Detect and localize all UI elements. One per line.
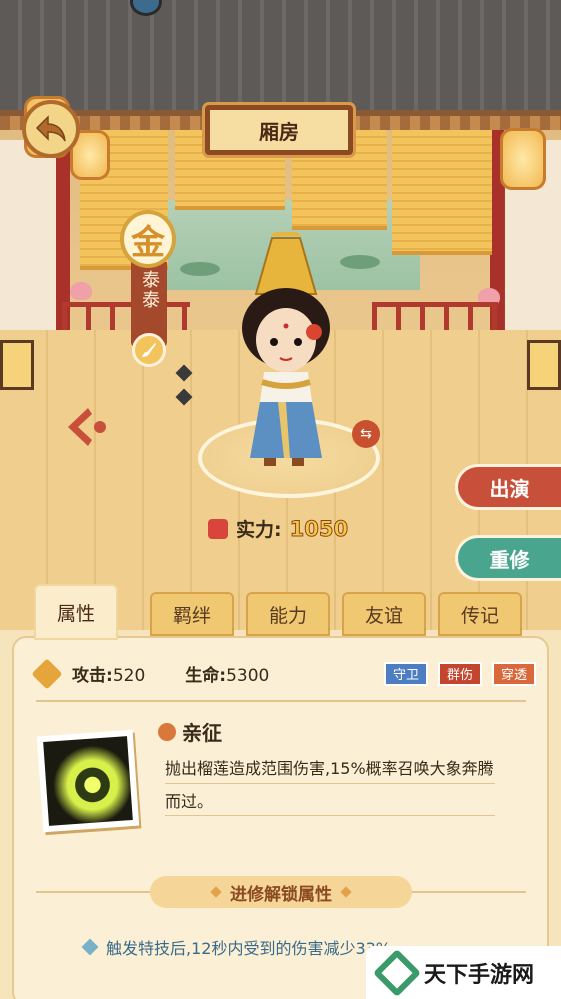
chevron-left-icon — [68, 408, 106, 446]
swap-icon: ⇆ — [360, 426, 372, 442]
tab-bar: 属性 羁绊 能力 友谊 传记 — [30, 584, 530, 644]
brush-icon — [142, 343, 156, 357]
tag-pierce: 穿透 — [491, 661, 536, 686]
lamp-icon — [0, 340, 34, 390]
stats-row: 攻击:520 生命:5300 守卫 群伤 穿透 — [31, 657, 536, 690]
attack-stat: 攻击:520 — [72, 661, 145, 686]
rename-button[interactable] — [132, 333, 166, 367]
page-title: 厢房 — [259, 119, 299, 144]
watermark-logo-icon — [372, 948, 422, 997]
tab-label: 友谊 — [364, 604, 403, 627]
power-display: 实力: 1050 — [208, 515, 349, 542]
tab-biography[interactable]: 传记 — [438, 592, 522, 636]
bamboo-blind — [392, 130, 492, 255]
tab-abilities[interactable]: 能力 — [246, 592, 330, 636]
tab-label: 传记 — [460, 604, 499, 627]
rank-badge: 金 — [120, 210, 176, 268]
swap-outfit-button[interactable]: ⇆ — [352, 420, 380, 448]
sword-icon — [31, 657, 63, 690]
lotus-pad — [180, 262, 220, 276]
attack-value: 520 — [112, 666, 146, 686]
divider — [36, 700, 526, 702]
hp-label: 生命: — [185, 666, 227, 686]
durian-skill-icon — [43, 736, 133, 826]
perform-button[interactable]: 出演 — [455, 464, 561, 510]
tab-friendship[interactable]: 友谊 — [342, 592, 426, 636]
tag-guard: 守卫 — [383, 661, 428, 686]
hp-value: 5300 — [226, 666, 270, 686]
lamp-icon — [527, 340, 561, 390]
tag-aoe: 群伤 — [437, 661, 482, 686]
diamond-icon — [340, 886, 352, 898]
skill-title: 亲征 — [158, 717, 222, 746]
skill-card[interactable] — [36, 729, 140, 833]
roof-tiles — [0, 0, 561, 130]
skill-name: 亲征 — [182, 721, 222, 745]
previous-character-button[interactable] — [62, 404, 112, 450]
power-value: 1050 — [289, 516, 349, 541]
unlock-attribute: 触发特技后,12秒内受到的伤害减少33% — [81, 935, 392, 959]
attack-label: 攻击: — [72, 666, 113, 686]
back-arrow-icon — [35, 115, 66, 142]
power-label: 实力: — [236, 519, 282, 541]
hp-stat: 生命:5300 — [185, 661, 269, 686]
tab-attributes[interactable]: 属性 — [34, 584, 118, 640]
unlock-title: 进修解锁属性 — [230, 884, 332, 905]
watermark: 天下手游网 — [366, 946, 561, 999]
tab-label: 属性 — [56, 602, 95, 625]
character-sprite[interactable] — [226, 224, 346, 472]
title-plaque: 厢房 — [205, 105, 353, 155]
retrain-label: 重修 — [489, 547, 530, 572]
lotus-flower — [70, 282, 92, 300]
tab-label: 能力 — [268, 604, 307, 627]
perform-label: 出演 — [489, 476, 530, 501]
skill-type-icon — [158, 722, 176, 741]
unlock-attribute-text: 触发特技后,12秒内受到的伤害减少33% — [106, 939, 392, 958]
skill-description: 抛出榴莲造成范围伤害,15%概率召唤大象奔腾而过。 — [165, 752, 495, 818]
unlock-banner: 进修解锁属性 — [150, 876, 412, 908]
tab-bonds[interactable]: 羁绊 — [150, 592, 234, 636]
lotus-pad — [340, 255, 380, 269]
back-button[interactable] — [22, 100, 80, 158]
character-name: 泰泰 — [139, 270, 160, 310]
diamond-icon — [210, 886, 222, 898]
retrain-button[interactable]: 重修 — [455, 535, 561, 581]
thumbs-up-icon — [208, 518, 228, 539]
tab-label: 羁绊 — [172, 604, 211, 627]
bullet-icon — [81, 938, 99, 956]
watermark-text: 天下手游网 — [424, 962, 535, 988]
rank-label: 金 — [131, 222, 165, 263]
lantern-icon — [500, 128, 546, 190]
